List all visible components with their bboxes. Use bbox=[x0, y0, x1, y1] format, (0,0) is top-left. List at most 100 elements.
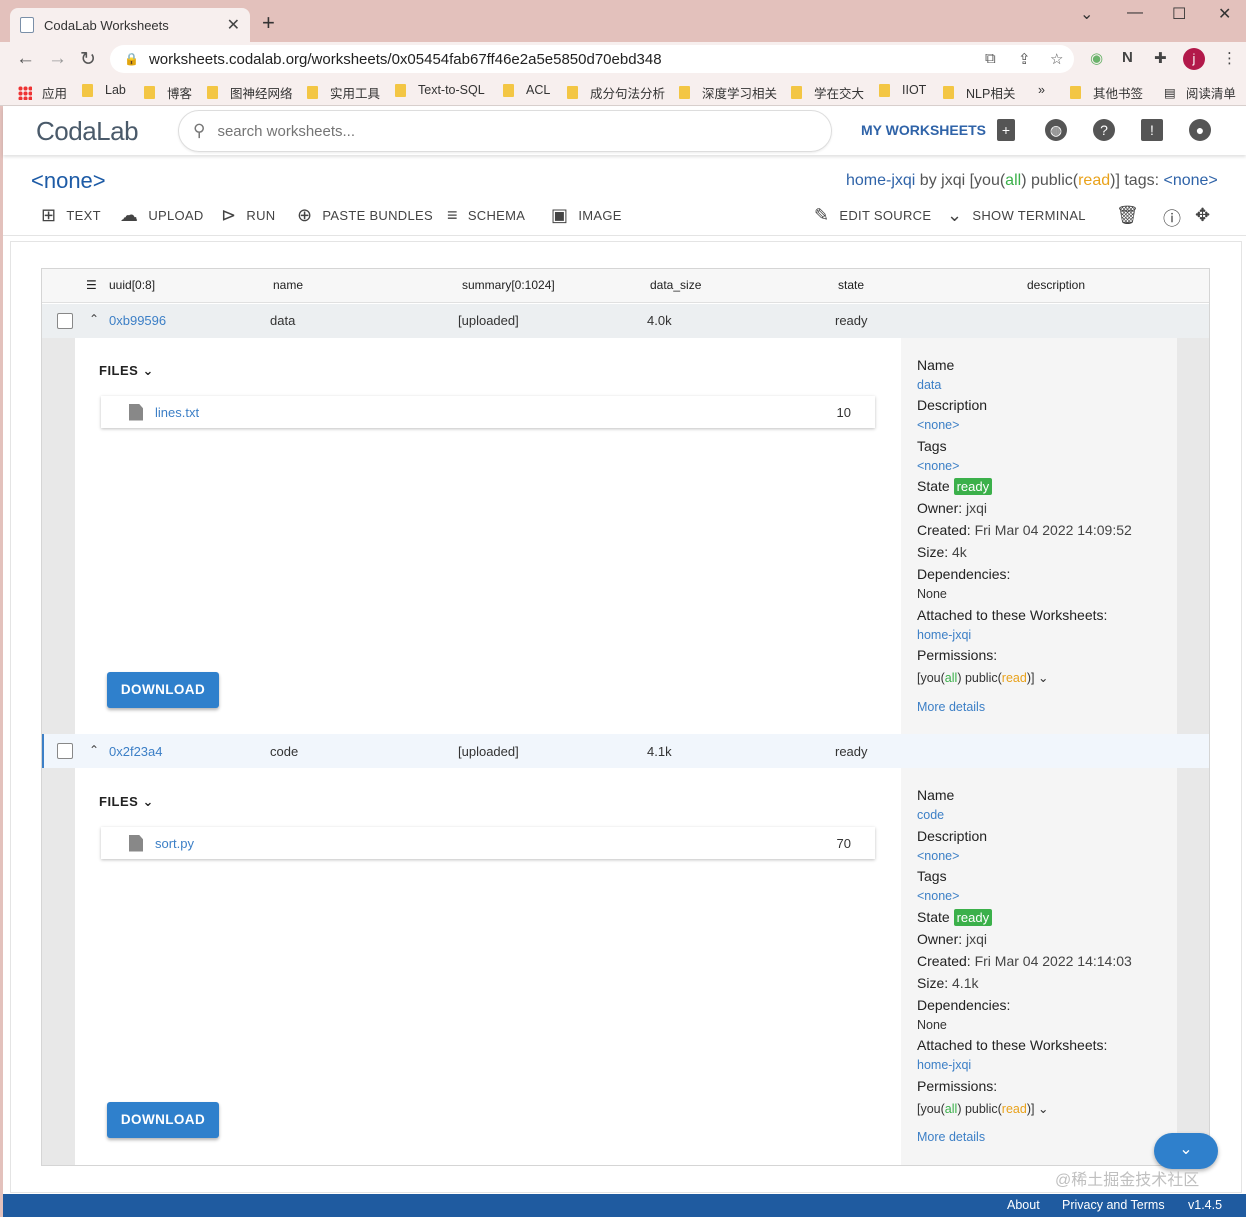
worksheet-tags[interactable]: <none> bbox=[1163, 172, 1217, 189]
extensions-puzzle-icon[interactable]: ✚ bbox=[1154, 49, 1167, 67]
search-input[interactable] bbox=[217, 122, 778, 140]
codalab-logo[interactable]: CodaLab bbox=[36, 116, 139, 147]
row-checkbox[interactable] bbox=[57, 313, 73, 329]
file-item[interactable]: lines.txt 10 bbox=[101, 396, 875, 428]
run-button[interactable]: ⊳ RUN bbox=[221, 205, 275, 226]
about-link[interactable]: About bbox=[1007, 1198, 1040, 1212]
my-worksheets-link[interactable]: MY WORKSHEETS bbox=[861, 122, 986, 138]
bundle-name: code bbox=[270, 744, 299, 759]
bookmark-folder[interactable]: 学在交大 bbox=[791, 83, 864, 102]
new-tab-icon[interactable]: + bbox=[262, 10, 275, 36]
folder-icon bbox=[82, 83, 93, 97]
chevron-down-icon: ⌄ bbox=[142, 363, 154, 378]
bookmark-folder[interactable]: 图神经网络 bbox=[207, 83, 293, 102]
bookmark-folder[interactable]: 实用工具 bbox=[307, 83, 380, 102]
feedback-icon[interactable]: ! bbox=[1141, 119, 1163, 141]
table-row[interactable] bbox=[42, 304, 1209, 338]
meta-description-value[interactable]: <none> bbox=[917, 418, 959, 432]
files-toggle[interactable]: FILES ⌄ bbox=[99, 794, 154, 810]
image-button[interactable]: ▣ IMAGE bbox=[551, 205, 622, 226]
account-icon[interactable]: ● bbox=[1189, 119, 1211, 141]
bundle-summary: [uploaded] bbox=[458, 313, 519, 328]
bookmark-folder[interactable]: 深度学习相关 bbox=[679, 83, 777, 102]
file-size: 70 bbox=[836, 835, 851, 851]
expand-arrows-icon[interactable]: ✥ bbox=[1195, 205, 1220, 226]
download-button[interactable]: DOWNLOAD bbox=[107, 672, 219, 708]
minimize-icon[interactable]: — bbox=[1127, 4, 1143, 22]
worksheet-name-link[interactable]: home-jxqi bbox=[846, 172, 915, 189]
permissions-toggle[interactable]: [you(all) public(read)] ⌄ bbox=[917, 1101, 1048, 1116]
globe-icon[interactable]: ◍ bbox=[1045, 119, 1067, 141]
bookmark-folder[interactable]: 成分句法分析 bbox=[567, 83, 665, 102]
table-row[interactable] bbox=[42, 734, 1209, 768]
reload-icon[interactable]: ↻ bbox=[80, 48, 96, 71]
maximize-icon[interactable]: ☐ bbox=[1172, 4, 1186, 24]
address-bar[interactable]: 🔒 worksheets.codalab.org/worksheets/0x05… bbox=[110, 45, 1074, 73]
file-name-link[interactable]: lines.txt bbox=[155, 405, 837, 420]
browser-tab[interactable]: CodaLab Worksheets ✕ bbox=[10, 8, 250, 42]
text-button[interactable]: ⊞ TEXT bbox=[41, 205, 101, 226]
bookmark-star-icon[interactable]: ☆ bbox=[1050, 50, 1063, 68]
bookmark-folder[interactable]: 博客 bbox=[144, 83, 192, 102]
meta-attached-worksheet-link[interactable]: home-jxqi bbox=[917, 628, 971, 642]
meta-label: Tags bbox=[917, 438, 947, 454]
show-terminal-button[interactable]: ⌄ SHOW TERMINAL bbox=[947, 205, 1086, 226]
delete-icon[interactable]: 🗑 bbox=[1116, 205, 1149, 226]
scroll-down-button[interactable]: ⌄ bbox=[1154, 1133, 1218, 1169]
meta-name-value[interactable]: code bbox=[917, 808, 944, 822]
download-button[interactable]: DOWNLOAD bbox=[107, 1102, 219, 1138]
help-icon[interactable]: ? bbox=[1093, 119, 1115, 141]
bookmark-folder[interactable]: Lab bbox=[82, 83, 126, 97]
meta-attached-worksheet-link[interactable]: home-jxqi bbox=[917, 1058, 971, 1072]
meta-state: State ready bbox=[917, 478, 993, 495]
profile-avatar[interactable]: j bbox=[1183, 48, 1205, 70]
back-icon[interactable]: ← bbox=[16, 48, 35, 70]
reading-list[interactable]: ▤ 阅读清单 bbox=[1164, 83, 1236, 102]
bookmark-folder[interactable]: NLP相关 bbox=[943, 83, 1015, 102]
meta-tags-value[interactable]: <none> bbox=[917, 459, 959, 473]
bookmark-folder[interactable]: IIOT bbox=[879, 83, 926, 97]
file-item[interactable]: sort.py 70 bbox=[101, 827, 875, 859]
folder-icon bbox=[503, 83, 514, 97]
more-details-link[interactable]: More details bbox=[917, 1130, 985, 1144]
info-icon[interactable]: ⓘ bbox=[1163, 205, 1191, 231]
meta-tags-value[interactable]: <none> bbox=[917, 889, 959, 903]
share-icon[interactable]: ⇪ bbox=[1018, 50, 1031, 68]
translate-icon[interactable]: ⧉ bbox=[985, 50, 996, 67]
new-worksheet-icon[interactable]: + bbox=[997, 119, 1015, 141]
upload-button[interactable]: ☁ UPLOAD bbox=[120, 205, 204, 226]
row-checkbox[interactable] bbox=[57, 743, 73, 759]
browser-menu-icon[interactable]: ⋮ bbox=[1222, 49, 1237, 67]
schema-button[interactable]: ≡ SCHEMA bbox=[447, 205, 525, 226]
close-window-icon[interactable]: ✕ bbox=[1218, 4, 1231, 24]
footer bbox=[3, 1194, 1246, 1217]
bundle-uuid-link[interactable]: 0x2f23a4 bbox=[109, 744, 163, 759]
edit-source-button[interactable]: ✎ EDIT SOURCE bbox=[814, 205, 931, 226]
paste-bundles-button[interactable]: ⊕ PASTE BUNDLES bbox=[297, 205, 433, 226]
bookmark-folder[interactable]: Text-to-SQL bbox=[395, 83, 485, 97]
more-bookmarks-icon[interactable]: » bbox=[1038, 83, 1045, 97]
worksheet-title[interactable]: <none> bbox=[31, 168, 106, 194]
notion-icon[interactable]: N bbox=[1122, 49, 1133, 66]
files-toggle[interactable]: FILES ⌄ bbox=[99, 363, 154, 379]
file-name-link[interactable]: sort.py bbox=[155, 836, 837, 851]
close-tab-icon[interactable]: ✕ bbox=[227, 15, 240, 35]
bookmark-folder[interactable]: ACL bbox=[503, 83, 550, 97]
extension-circle-icon[interactable]: ◉ bbox=[1090, 49, 1103, 67]
meta-description-value[interactable]: <none> bbox=[917, 849, 959, 863]
forward-icon[interactable]: → bbox=[48, 48, 67, 70]
table-schema-icon[interactable]: ☰ bbox=[86, 278, 97, 292]
permissions-toggle[interactable]: [you(all) public(read)] ⌄ bbox=[917, 670, 1048, 685]
tab-search-icon[interactable]: ⌄ bbox=[1080, 4, 1093, 24]
meta-name-value[interactable]: data bbox=[917, 378, 941, 392]
more-details-link[interactable]: More details bbox=[917, 700, 985, 714]
other-bookmarks[interactable]: 其他书签 bbox=[1070, 83, 1143, 102]
meta-label: Name bbox=[917, 357, 955, 373]
page-favicon-icon bbox=[20, 17, 34, 33]
search-bar[interactable]: ⚲ bbox=[178, 110, 832, 152]
bundle-uuid-link[interactable]: 0xb99596 bbox=[109, 313, 166, 328]
chevron-up-icon[interactable]: ⌃ bbox=[89, 743, 99, 757]
privacy-link[interactable]: Privacy and Terms bbox=[1062, 1198, 1165, 1212]
bookmark-apps[interactable]: 应用 bbox=[18, 83, 67, 102]
chevron-up-icon[interactable]: ⌃ bbox=[89, 312, 99, 326]
